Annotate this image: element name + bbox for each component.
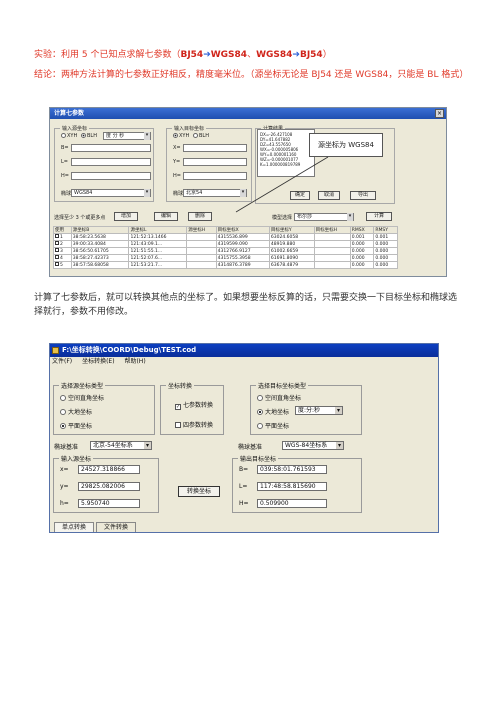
app-icon [52,347,59,354]
src-l-input[interactable] [71,158,151,166]
output-b-field[interactable]: 039:58:01.761593 [257,465,327,474]
radio-src-xyh[interactable]: XYH [61,133,77,139]
four-param-checkbox[interactable]: 四参数转换 [175,420,213,429]
radio-dst-plane[interactable]: 平面坐标 [257,421,289,430]
edit-button[interactable]: 编辑 [154,212,178,221]
convert-button[interactable]: 转换坐标 [178,486,220,497]
table-row[interactable]: 2 39:00:33.4084 121:43:09.1... 4319599.090 4… [53,240,398,248]
close-icon[interactable]: × [435,109,444,118]
experiment-heading: 实验：利用 5 个已知点求解七参数（BJ54➔WGS84、WGS84➔BJ54） [34,50,332,60]
radio-dst-blh[interactable]: BLH [193,133,209,139]
table-row[interactable]: 4 38:58:27.42373 121:52:07.6... 4315755.395… [53,254,398,262]
seven-param-dialog: 计算七参数 × 输入源坐标 XYH BLH 度 分 秒 B= L= H= 椭球 … [49,107,447,277]
source-coord-group: 输入源坐标 XYH BLH 度 分 秒 B= L= H= 椭球 WGS84 [54,125,154,202]
radio-src-blh[interactable]: BLH [81,133,97,139]
table-row[interactable]: 3 38:56:50.61705 121:51:55.1... 4312766.912… [53,247,398,255]
tab-single-point[interactable]: 单点转换 [54,522,94,532]
input-x-field[interactable]: 24527.318866 [78,465,140,474]
arrow-icon: ➔ [292,50,300,60]
input-h-field[interactable]: 5.950740 [78,499,140,508]
dialog-title: 计算七参数 [50,108,446,119]
coord-convert-window: F:\坐标转换\COORD\Debug\TEST.cod 文件(F) 坐标转换(… [49,343,439,533]
source-type-group: 选择源坐标类型 空间直角坐标 大地坐标 平面坐标 [53,381,155,435]
add-button[interactable]: 增加 [114,212,138,221]
radio-dst-xyh[interactable]: XYH [173,133,189,139]
use-checkbox[interactable] [55,248,59,252]
calculate-button[interactable]: 计算 [366,212,392,221]
model-select[interactable]: 布尔莎 [294,213,354,221]
output-l-field[interactable]: 117:48:58.815690 [257,482,327,491]
table-row[interactable]: 1 38:58:23.5638 121:52:13.1466 4315536.899 6… [53,233,398,241]
menu-help[interactable]: 帮助(H) [124,358,145,365]
input-coord-group: 输入源坐标 x= 24527.318866 y= 29825.082006 h=… [53,454,159,513]
points-table: 使用 源坐标B 源坐标L 源坐标H 目标坐标X 目标坐标Y 目标坐标H RMSX RMSY … [53,226,398,269]
use-checkbox[interactable] [55,255,59,259]
usage-note: 计算了七参数后，就可以转换其他点的坐标了。如果想要坐标反算的话，只需要交换一下目… [34,293,458,317]
arrow-icon: ➔ [203,50,211,60]
radio-src-cartesian[interactable]: 空间直角坐标 [60,393,104,402]
output-h-field[interactable]: 0.509900 [257,499,327,508]
src-format-select[interactable]: 度 分 秒 [103,132,151,140]
callout-pointer [235,156,329,213]
window-title: F:\坐标转换\COORD\Debug\TEST.cod [50,344,438,357]
target-type-group: 选择目标坐标类型 空间直角坐标 大地坐标 度:分:秒 平面坐标 [250,381,362,435]
seven-param-checkbox[interactable]: ✓ 七参数转换 [175,400,213,410]
dst-datum-select[interactable]: WGS-84坐标系 [282,441,344,450]
menu-convert[interactable]: 坐标转换(E) [82,358,114,365]
dst-x-input[interactable] [183,144,247,152]
conclusion-text: 结论：两种方法计算的七参数正好相反，精度毫米位。（源坐标无论是 BJ54 还是 … [34,70,469,80]
delete-button[interactable]: 删除 [188,212,212,221]
table-row[interactable]: 5 38:57:58.68058 121:53:21.7... 4314876.378… [53,261,398,269]
source-note-callout: 源坐标为 WGS84 [309,133,383,157]
src-h-input[interactable] [71,172,151,180]
use-checkbox[interactable] [55,241,59,245]
radio-src-plane[interactable]: 平面坐标 [60,421,92,430]
use-checkbox[interactable] [55,262,59,266]
output-coord-group: 输出目标坐标 B= 039:58:01.761593 L= 117:48:58.… [232,454,362,513]
src-ellipsoid-select[interactable]: WGS84 [71,189,151,197]
menu-file[interactable]: 文件(F) [52,358,72,365]
menu-bar: 文件(F) 坐标转换(E) 帮助(H) [50,357,438,367]
use-checkbox[interactable] [55,234,59,238]
tab-file[interactable]: 文件转换 [96,522,136,532]
src-b-input[interactable] [71,144,151,152]
export-button[interactable]: 导出 [350,191,376,200]
convert-method-group: 坐标转换 ✓ 七参数转换 四参数转换 [160,381,224,435]
radio-dst-cartesian[interactable]: 空间直角坐标 [257,393,301,402]
radio-src-geodetic[interactable]: 大地坐标 [60,407,92,416]
input-y-field[interactable]: 29825.082006 [78,482,140,491]
src-datum-select[interactable]: 北京-54坐标系 [90,441,152,450]
radio-dst-geodetic[interactable]: 大地坐标 [257,407,289,416]
dst-format-select[interactable]: 度:分:秒 [295,406,343,415]
